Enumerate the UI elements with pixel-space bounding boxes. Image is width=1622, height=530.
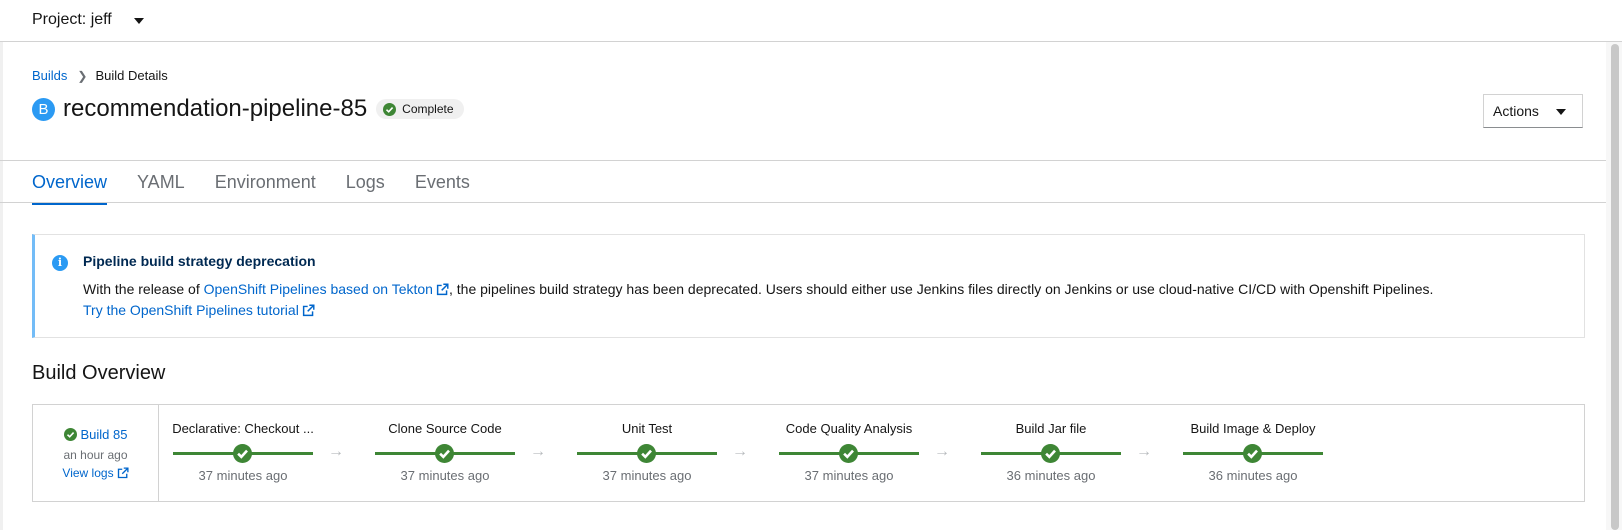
stage-name: Build Image & Deploy: [1190, 421, 1316, 436]
tab-environment[interactable]: Environment: [215, 172, 316, 202]
tutorial-link-text: Try the OpenShift Pipelines tutorial: [83, 302, 299, 318]
caret-down-icon: [1556, 109, 1566, 115]
check-circle-icon: [637, 444, 656, 463]
build-name: Build 85: [80, 427, 128, 442]
alert-body-prefix: With the release of: [83, 281, 204, 297]
pipelines-tutorial-link[interactable]: Try the OpenShift Pipelines tutorial: [83, 302, 315, 318]
breadcrumb-current: Build Details: [95, 68, 168, 83]
stage-time: 36 minutes ago: [1208, 468, 1298, 483]
project-selector-label[interactable]: Project: jeff: [32, 11, 112, 29]
stage-time: 36 minutes ago: [1006, 468, 1096, 483]
view-logs-link[interactable]: View logs: [33, 466, 158, 480]
external-link-icon: [436, 283, 449, 296]
stage-name: Clone Source Code: [388, 421, 502, 436]
caret-down-icon[interactable]: [134, 18, 144, 24]
scrollbar-thumb[interactable]: [1611, 44, 1619, 530]
build-overview-title: Build Overview: [32, 362, 166, 384]
actions-label: Actions: [1493, 103, 1539, 119]
tab-logs[interactable]: Logs: [346, 172, 385, 202]
arrow-right-icon: →: [530, 443, 546, 460]
breadcrumb-builds-link[interactable]: Builds: [32, 68, 67, 83]
tab-bar: Overview YAML Environment Logs Events: [32, 172, 500, 205]
arrow-right-icon: →: [1136, 443, 1152, 460]
left-edge: [0, 42, 3, 530]
alert-body-suffix: , the pipelines build strategy has been …: [448, 281, 1434, 297]
build-resource-badge: B: [32, 97, 55, 121]
pipeline-stage[interactable]: Clone Source Code 37 minutes ago: [375, 405, 515, 501]
check-circle-icon: [63, 428, 77, 441]
pipeline-stage[interactable]: Unit Test 37 minutes ago: [577, 405, 717, 501]
build-summary: Build 85 an hour ago View logs: [33, 405, 159, 501]
arrow-right-icon: →: [934, 443, 950, 460]
tab-events[interactable]: Events: [415, 172, 470, 202]
stage-name: Build Jar file: [1015, 421, 1087, 436]
tabs-divider: [0, 202, 1606, 203]
alert-body: With the release of OpenShift Pipelines …: [83, 281, 1433, 297]
arrow-right-icon: →: [732, 443, 748, 460]
check-circle-icon: [839, 444, 858, 463]
tekton-pipelines-link[interactable]: OpenShift Pipelines based on Tekton: [204, 281, 449, 297]
actions-dropdown-button[interactable]: Actions: [1483, 94, 1583, 128]
page-title: recommendation-pipeline-85: [63, 95, 368, 122]
arrow-right-icon: →: [328, 443, 344, 460]
info-circle-icon: i: [52, 255, 68, 271]
pipeline-stage[interactable]: Build Image & Deploy 36 minutes ago: [1183, 405, 1323, 501]
deprecation-alert: i Pipeline build strategy deprecation Wi…: [32, 234, 1585, 338]
tab-yaml[interactable]: YAML: [137, 172, 185, 202]
project-bar: Project: jeff: [0, 0, 1622, 42]
pipeline-stage[interactable]: Build Jar file 36 minutes ago: [981, 405, 1121, 501]
stage-time: 37 minutes ago: [400, 468, 490, 483]
stage-name: Code Quality Analysis: [785, 421, 913, 436]
tekton-link-text: OpenShift Pipelines based on Tekton: [203, 281, 433, 297]
stage-name: Unit Test: [621, 421, 673, 436]
breadcrumb: Builds ❯ Build Details: [32, 68, 168, 83]
check-circle-icon: [1243, 444, 1262, 463]
stage-time: 37 minutes ago: [804, 468, 894, 483]
status-text: Complete: [402, 102, 454, 116]
check-circle-icon: [383, 102, 397, 116]
pipeline-stage[interactable]: Declarative: Checkout ... 37 minutes ago: [172, 405, 314, 501]
stage-time: 37 minutes ago: [198, 468, 288, 483]
external-link-icon: [302, 304, 315, 317]
check-circle-icon: [435, 444, 454, 463]
stage-time: 37 minutes ago: [602, 468, 692, 483]
angle-right-icon: ❯: [77, 69, 88, 83]
check-circle-icon: [1041, 444, 1060, 463]
status-badge: Complete: [376, 99, 464, 119]
view-logs-text: View logs: [62, 466, 114, 480]
tab-overview[interactable]: Overview: [32, 172, 108, 205]
build-link[interactable]: Build 85: [33, 427, 158, 442]
alert-tutorial: Try the OpenShift Pipelines tutorial: [83, 302, 315, 318]
check-circle-icon: [233, 444, 252, 463]
build-time: an hour ago: [63, 448, 128, 462]
external-link-icon: [117, 467, 129, 479]
pipeline-visualization: Build 85 an hour ago View logs Declarati…: [32, 404, 1585, 502]
divider: [0, 160, 1606, 161]
stage-name: Declarative: Checkout ...: [172, 421, 314, 436]
alert-title: Pipeline build strategy deprecation: [83, 253, 316, 269]
title-row: B recommendation-pipeline-85 Complete: [32, 94, 464, 124]
pipeline-stage[interactable]: Code Quality Analysis 37 minutes ago: [779, 405, 919, 501]
